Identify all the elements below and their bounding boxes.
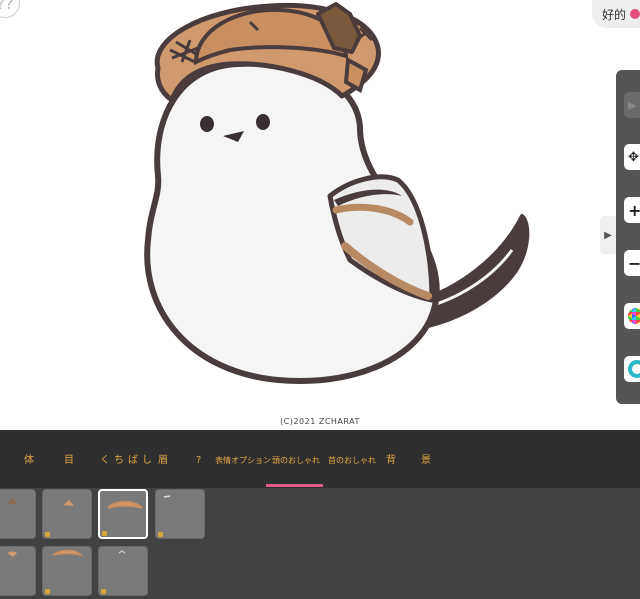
tab-unknown[interactable]: ?: [196, 454, 201, 468]
part-thumbnail[interactable]: [0, 546, 36, 596]
part-index-badge: [45, 532, 50, 537]
part-preview: [118, 550, 126, 554]
color-wheel-icon: [628, 308, 640, 324]
part-thumbnail[interactable]: [42, 546, 92, 596]
zoom-in-button[interactable]: +: [624, 197, 640, 223]
chevron-right-icon: ▶: [604, 229, 612, 241]
part-preview: [63, 500, 74, 506]
part-preview: [52, 549, 84, 557]
tab-neck-accessories[interactable]: 首のおしゃれ: [328, 454, 376, 468]
canvas-toolbar: ▶ ✥ + −: [616, 70, 640, 404]
active-tab-indicator: [266, 484, 323, 487]
toolbar-collapse-button[interactable]: ▶: [600, 216, 616, 254]
heart-icon: [630, 9, 640, 19]
color-ring-button[interactable]: [624, 356, 640, 382]
tab-eyebrows[interactable]: 眉: [158, 454, 168, 468]
part-thumbnail[interactable]: [155, 489, 205, 539]
parts-editor: 体 目 くちばし 眉 ? 表情オプション 頭のおしゃれ 首のおしゃれ 背 景: [0, 430, 640, 599]
tab-body[interactable]: 体: [24, 454, 34, 468]
part-thumbnail[interactable]: [42, 489, 92, 539]
part-index-badge: [158, 532, 163, 537]
move-button[interactable]: ✥: [624, 144, 640, 170]
favorite-button[interactable]: 好的: [592, 0, 640, 28]
tab-beak[interactable]: くちばし: [100, 454, 156, 468]
part-thumbnail-selected[interactable]: [98, 489, 148, 539]
zoom-out-icon: −: [628, 253, 640, 273]
favorite-label: 好的: [602, 7, 627, 22]
part-preview: [7, 498, 17, 504]
zoom-out-button[interactable]: −: [624, 250, 640, 276]
part-preview: [163, 495, 171, 498]
tab-expression-options[interactable]: 表情オプション: [215, 454, 271, 468]
part-preview: [7, 551, 17, 557]
part-preview: [107, 501, 143, 509]
color-ring-icon: [628, 360, 640, 378]
tab-background[interactable]: 景: [421, 454, 431, 468]
part-index-badge: [45, 589, 50, 594]
bird-character-illustration: [144, 2, 530, 384]
color-wheel-button[interactable]: [624, 303, 640, 329]
part-thumbnail[interactable]: [98, 546, 148, 596]
tab-eyes[interactable]: 目: [64, 454, 74, 468]
play-icon: ▶: [628, 98, 637, 112]
part-index-badge: [102, 531, 107, 536]
zoom-in-icon: +: [628, 200, 640, 220]
category-tab-bar: 体 目 くちばし 眉 ? 表情オプション 頭のおしゃれ 首のおしゃれ 背 景: [0, 430, 640, 488]
tab-head-accessories[interactable]: 頭のおしゃれ: [272, 454, 320, 468]
copyright-text: (C)2021 ZCHARAT: [280, 417, 360, 426]
character-canvas: ?? 好的 ▶ ▶ ✥ + − (C)2021 ZCHARAT: [0, 0, 640, 430]
play-button[interactable]: ▶: [624, 92, 640, 118]
part-index-badge: [101, 589, 106, 594]
move-icon: ✥: [628, 149, 639, 165]
tab-back[interactable]: 背: [386, 454, 396, 468]
part-thumbnail[interactable]: [0, 489, 36, 539]
